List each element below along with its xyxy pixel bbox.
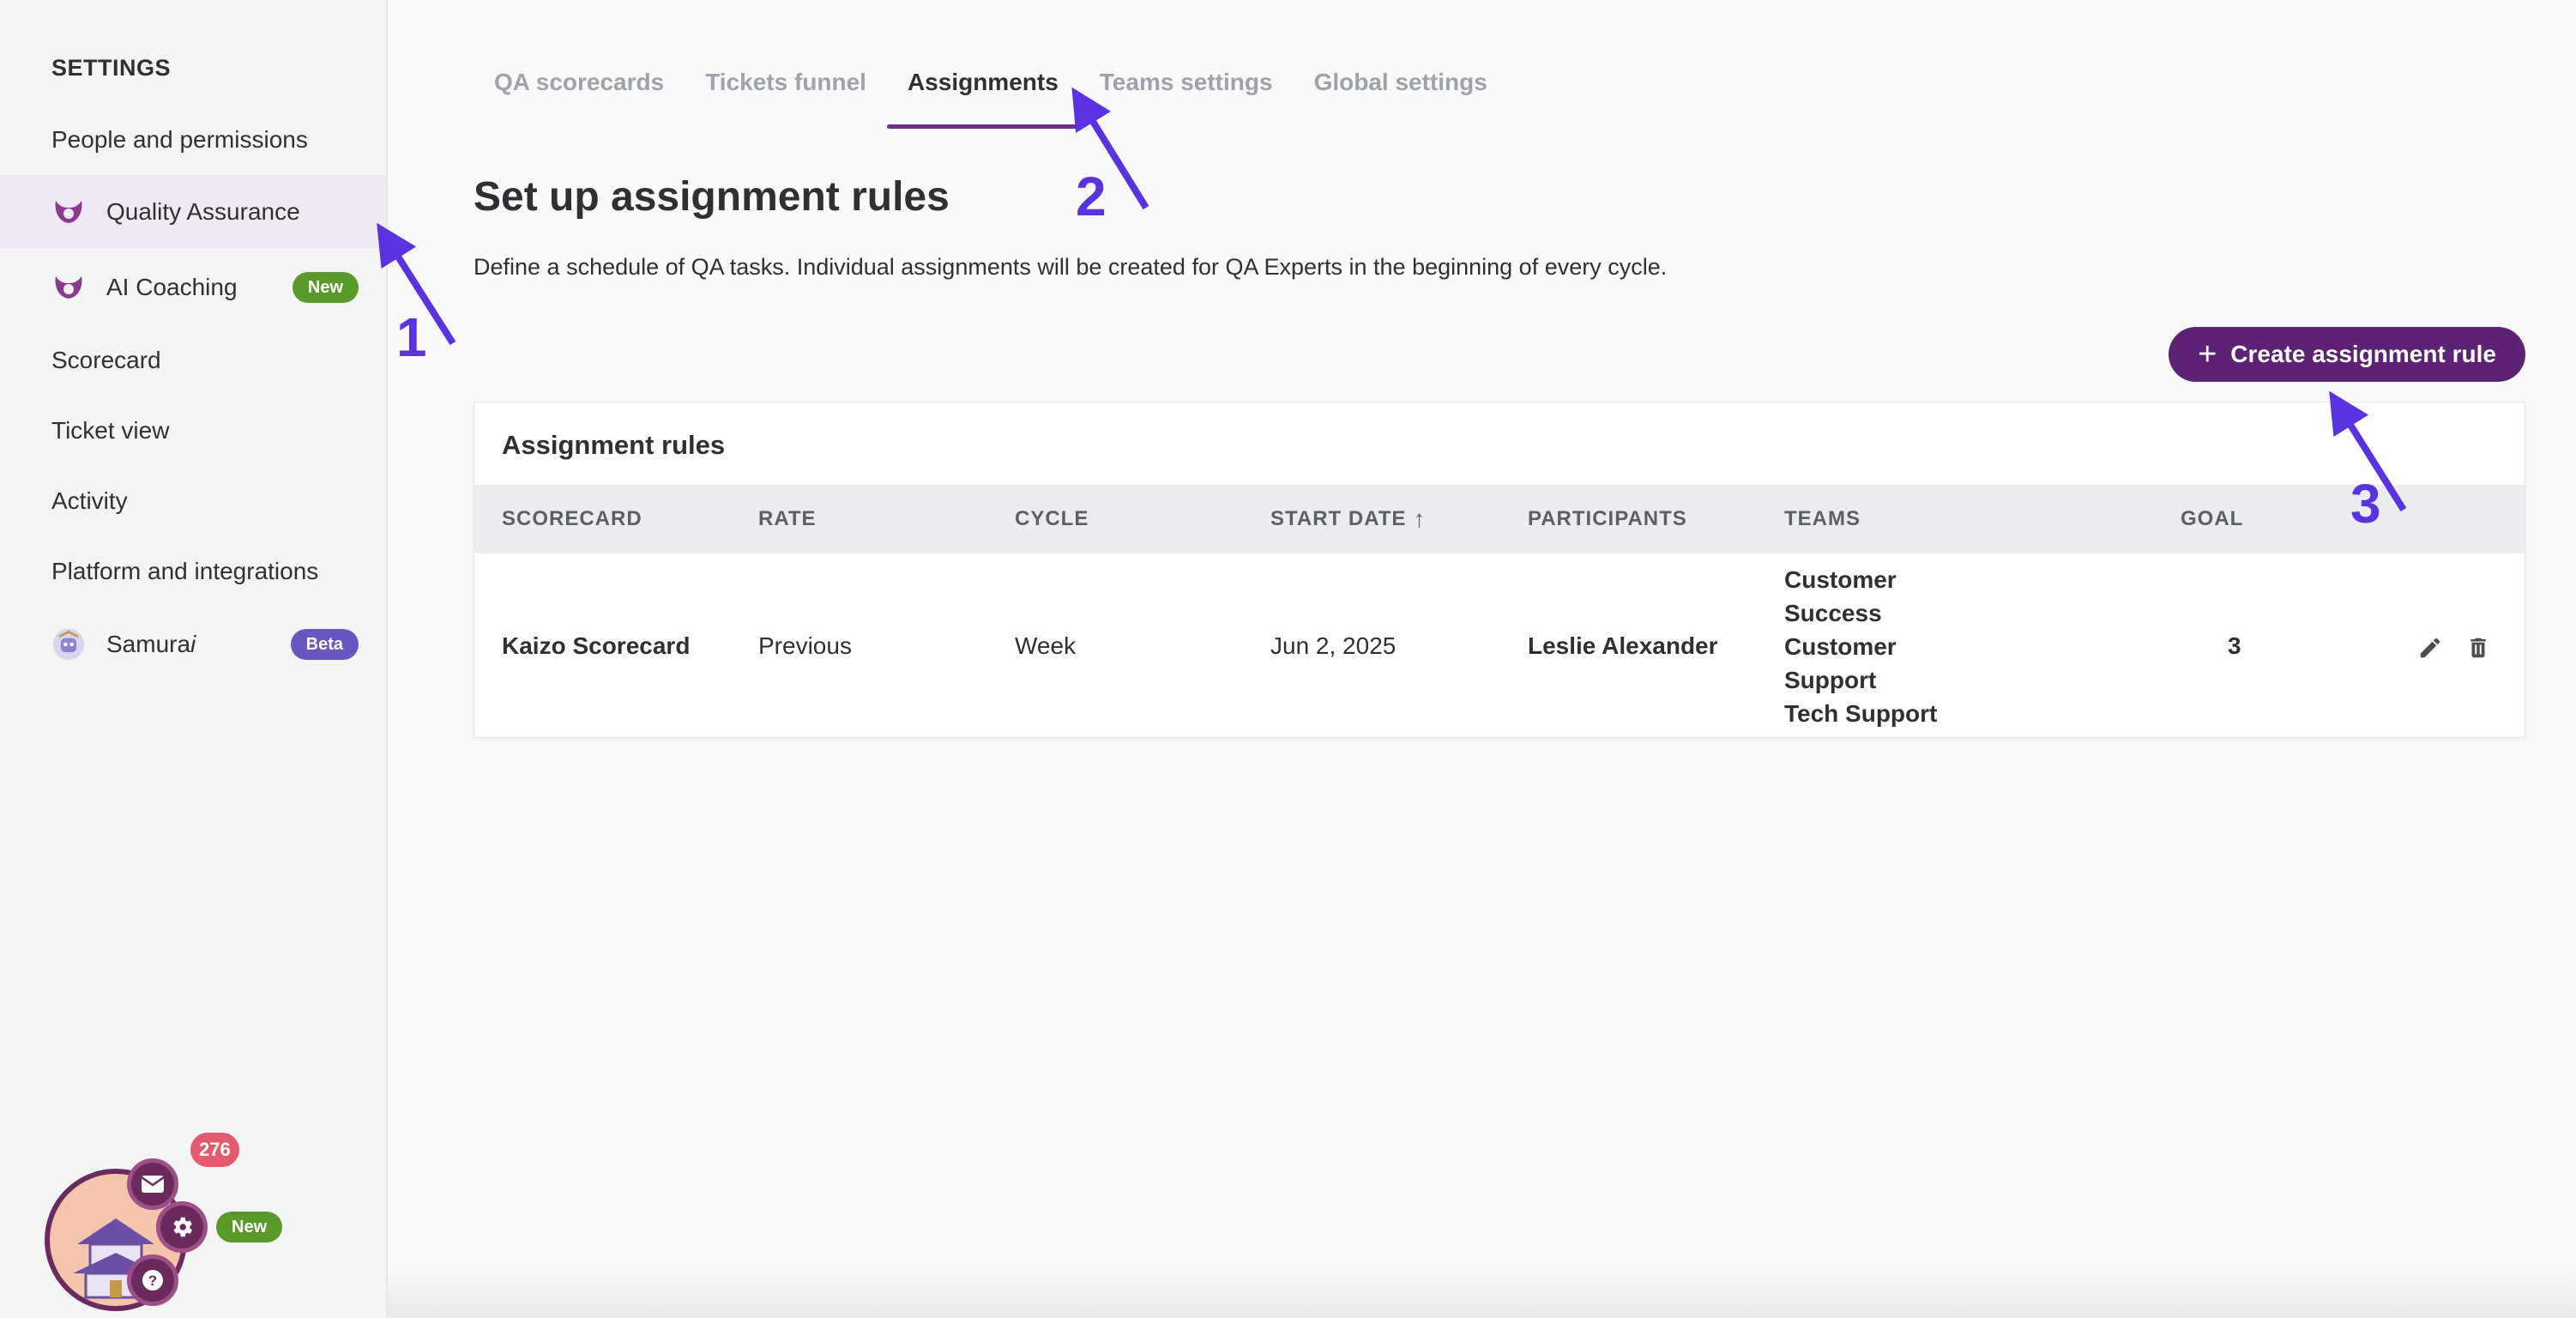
annotation-number-2: 2 — [1076, 166, 1107, 227]
help-button[interactable]: ? — [127, 1255, 178, 1306]
annotation-arrows — [377, 87, 2407, 512]
helper-widget: 276 New ? — [39, 1133, 314, 1318]
bottom-shadow — [388, 1270, 2576, 1318]
inbox-button[interactable] — [127, 1158, 178, 1210]
annotation-number-3: 3 — [2350, 473, 2381, 535]
mail-icon — [141, 1176, 165, 1193]
settings-button[interactable] — [156, 1201, 208, 1253]
question-icon: ? — [142, 1270, 163, 1291]
svg-text:?: ? — [148, 1273, 157, 1289]
annotation-number-1: 1 — [396, 306, 427, 368]
gear-icon — [173, 1217, 192, 1237]
new-badge: New — [216, 1212, 283, 1242]
notification-count-badge: 276 — [190, 1133, 239, 1167]
